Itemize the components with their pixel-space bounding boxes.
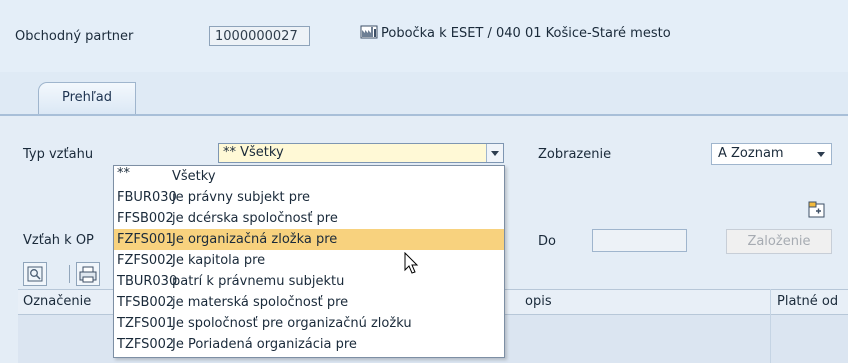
dropdown-item-tfsb002[interactable]: TFSB002 je materská spoločnosť pre [114, 292, 504, 313]
dropdown-item-text: je dcérska spoločnosť pre [172, 211, 338, 226]
chevron-down-icon [817, 152, 825, 157]
building-icon [360, 25, 378, 39]
to-label: Do [538, 234, 556, 249]
relation-type-dropdown: ** Všetky FBUR030 je právny subjekt pre … [113, 165, 505, 358]
to-input[interactable] [592, 229, 687, 252]
dropdown-item-tzfs002[interactable]: TZFS002 Je Poriadená organizácia pre [114, 334, 504, 355]
column-description[interactable]: opis [525, 294, 552, 309]
dropdown-item-code: FZFS002 [117, 253, 174, 268]
details-button[interactable] [23, 262, 47, 286]
relation-type-combobox[interactable]: ** Všetky [218, 143, 504, 163]
dropdown-item-tzfs001[interactable]: TZFS001 Je spoločnosť pre organizačnú zl… [114, 313, 504, 334]
dropdown-item-text: Je kapitola pre [172, 253, 266, 268]
dropdown-item-text: je materská spoločnosť pre [172, 295, 349, 310]
create-button[interactable]: Založenie [726, 229, 832, 254]
tab-overview[interactable]: Prehľad [38, 82, 136, 114]
dropdown-item-text: Všetky [172, 169, 216, 184]
relation-to-label: Vzťah k OP [23, 233, 94, 248]
dropdown-item-text: patrí k právnemu subjektu [172, 274, 345, 289]
display-select-value: A Zoznam [718, 146, 784, 161]
dropdown-item-fzfs001[interactable]: FZFS001 Je organizačná zložka pre [114, 229, 504, 250]
dropdown-item-code: TZFS001 [117, 316, 175, 331]
dropdown-item-fbur030[interactable]: FBUR030 je právny subjekt pre [114, 187, 504, 208]
toolbar-separator [69, 265, 70, 283]
dropdown-item-code: FZFS001 [117, 232, 174, 247]
column-designation[interactable]: Označenie [23, 294, 91, 309]
display-select[interactable]: A Zoznam [711, 143, 832, 165]
dropdown-item-code: ** [117, 166, 130, 181]
column-divider [770, 289, 771, 363]
dropdown-item-text: Je spoločnosť pre organizačnú zložku [172, 316, 412, 331]
dropdown-item-code: TBUR030 [117, 274, 178, 289]
relation-type-value: ** Všetky [223, 145, 284, 160]
printer-icon [79, 266, 97, 283]
table-toolbar [23, 262, 123, 286]
relation-type-dropdown-button[interactable] [486, 144, 503, 162]
dropdown-item-code: FFSB002 [117, 211, 174, 226]
dropdown-item-code: FBUR030 [117, 190, 177, 205]
magnifier-icon [27, 266, 43, 282]
dropdown-item-code: TFSB002 [117, 295, 175, 310]
dropdown-item-all[interactable]: ** Všetky [114, 166, 504, 187]
print-button[interactable] [76, 262, 100, 286]
column-valid-from[interactable]: Platné od [777, 294, 838, 309]
dropdown-item-ffsb002[interactable]: FFSB002 je dcérska spoločnosť pre [114, 208, 504, 229]
relation-type-label: Typ vzťahu [23, 147, 94, 162]
dropdown-item-text: Je Poriadená organizácia pre [172, 337, 357, 352]
dropdown-item-tbur030[interactable]: TBUR030 patrí k právnemu subjektu [114, 271, 504, 292]
tab-overview-label: Prehľad [61, 90, 112, 105]
add-row-icon[interactable] [808, 201, 825, 218]
chevron-down-icon [491, 151, 499, 156]
dropdown-item-fzfs002[interactable]: FZFS002 Je kapitola pre [114, 250, 504, 271]
branch-text: Pobočka k ESET / 040 01 Košice-Staré mes… [381, 26, 671, 41]
dropdown-item-text: Je organizačná zložka pre [172, 232, 338, 247]
display-label: Zobrazenie [538, 147, 612, 162]
partner-label: Obchodný partner [15, 29, 134, 44]
dropdown-item-code: TZFS002 [117, 337, 175, 352]
mouse-pointer-icon [404, 252, 419, 274]
partner-number-field[interactable]: 1000000027 [209, 26, 310, 46]
dropdown-item-text: je právny subjekt pre [172, 190, 311, 205]
